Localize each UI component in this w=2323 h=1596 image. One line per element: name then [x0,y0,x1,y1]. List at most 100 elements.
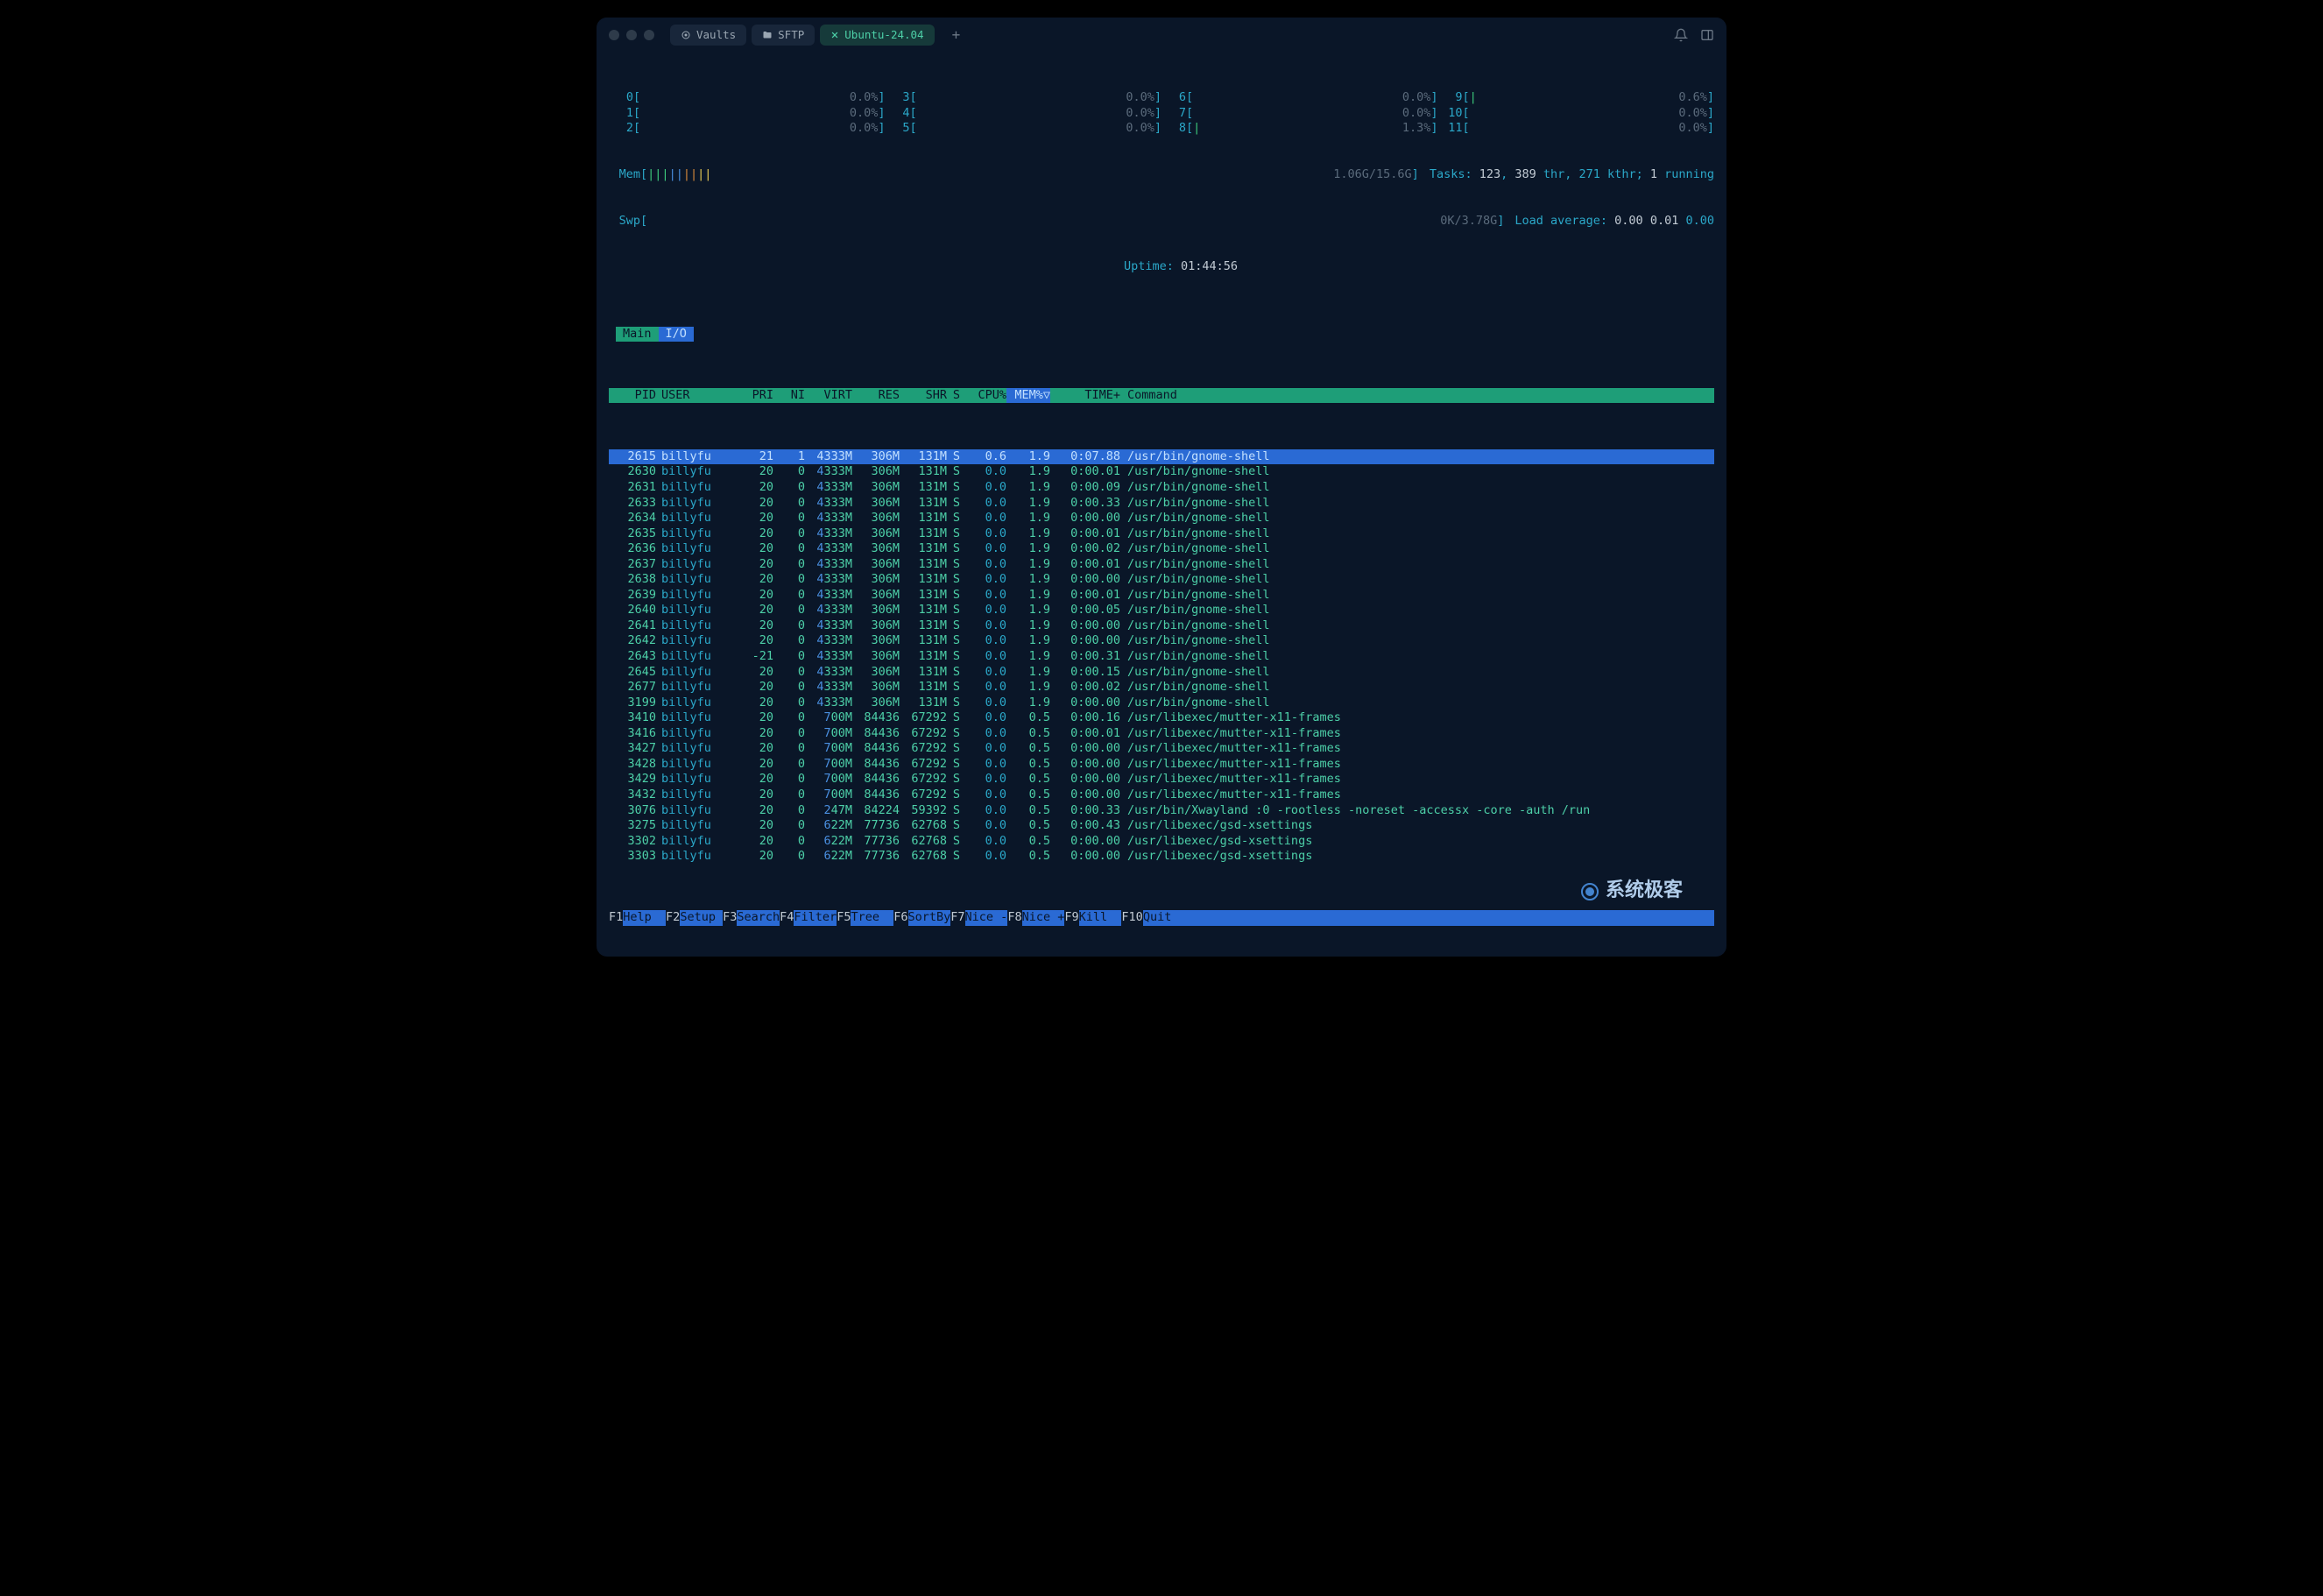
fn-item[interactable]: F5Tree [837,910,893,926]
fn-item[interactable]: F9Kill [1064,910,1121,926]
tab-main[interactable]: Main [616,327,659,343]
ni: 0 [773,572,805,588]
fn-item[interactable]: F2Setup [666,910,723,926]
panel-icon[interactable] [1700,28,1714,42]
command: /usr/bin/gnome-shell [1120,588,1714,604]
state: S [947,603,963,618]
virt: 4333M [805,480,852,496]
user: billyfu [656,772,735,787]
pri: 20 [735,511,773,526]
process-row[interactable]: 2642billyfu2004333M306M131MS0.01.90:00.0… [609,633,1714,649]
process-header[interactable]: PID USER PRI NI VIRT RES SHR S CPU% MEM%… [609,388,1714,404]
virt: 4333M [805,696,852,711]
virt: 4333M [805,449,852,465]
fn-key: F4 [780,910,794,924]
process-row[interactable]: 2643billyfu-2104333M306M131MS0.01.90:00.… [609,649,1714,665]
shr: 131M [900,680,947,696]
pri: 20 [735,772,773,787]
shr: 67292 [900,757,947,773]
user: billyfu [656,541,735,557]
ni: 0 [773,496,805,512]
maximize-window-button[interactable] [644,30,654,40]
cpu-id: 4 [886,106,910,122]
process-row[interactable]: 2635billyfu2004333M306M131MS0.01.90:00.0… [609,526,1714,542]
pid: 3428 [609,757,656,773]
time: 0:00.01 [1050,557,1120,573]
mem: 1.9 [1006,618,1050,634]
cpu-meter: 4[0.0%] [886,106,1162,122]
process-row[interactable]: 3302billyfu200622M7773662768S0.00.50:00.… [609,834,1714,850]
process-row[interactable]: 3428billyfu200700M8443667292S0.00.50:00.… [609,757,1714,773]
virt: 4333M [805,588,852,604]
pri: 20 [735,618,773,634]
process-row[interactable]: 3429billyfu200700M8443667292S0.00.50:00.… [609,772,1714,787]
res: 306M [852,480,900,496]
cpu-id: 8 [1162,121,1186,137]
shr: 131M [900,526,947,542]
process-row[interactable]: 2640billyfu2004333M306M131MS0.01.90:00.0… [609,603,1714,618]
fn-item[interactable]: F3Search [723,910,780,926]
mem: 1.9 [1006,449,1050,465]
titlebar-tab[interactable]: SFTP [752,25,815,46]
mem: 1.9 [1006,480,1050,496]
virt: 4333M [805,511,852,526]
state: S [947,526,963,542]
terminal-content[interactable]: 0[0.0%]3[0.0%]6[0.0%]9[|0.6%]1[0.0%]4[0.… [597,53,1726,957]
state: S [947,665,963,681]
fn-item[interactable]: F6SortBy [893,910,950,926]
res: 84436 [852,757,900,773]
fn-item[interactable]: F1Help [609,910,666,926]
ni: 0 [773,649,805,665]
pid: 2677 [609,680,656,696]
process-row[interactable]: 2633billyfu2004333M306M131MS0.01.90:00.3… [609,496,1714,512]
new-tab-button[interactable]: + [947,26,966,45]
shr: 131M [900,572,947,588]
process-row[interactable]: 2645billyfu2004333M306M131MS0.01.90:00.1… [609,665,1714,681]
process-row[interactable]: 3410billyfu200700M8443667292S0.00.50:00.… [609,710,1714,726]
uptime-label: Uptime: [1124,259,1181,275]
titlebar-tab[interactable]: Ubuntu-24.04 [820,25,934,46]
process-list[interactable]: 2615billyfu2114333M306M131MS0.61.90:07.8… [609,449,1714,865]
virt: 700M [805,710,852,726]
process-row[interactable]: 2630billyfu2004333M306M131MS0.01.90:00.0… [609,464,1714,480]
ni: 0 [773,818,805,834]
process-row[interactable]: 2637billyfu2004333M306M131MS0.01.90:00.0… [609,557,1714,573]
fn-key: F8 [1007,910,1021,924]
cpu: 0.0 [963,803,1006,819]
cpu-id: 6 [1162,90,1186,106]
process-row[interactable]: 3427billyfu200700M8443667292S0.00.50:00.… [609,741,1714,757]
tab-label: Ubuntu-24.04 [844,28,923,42]
time: 0:00.00 [1050,696,1120,711]
process-row[interactable]: 2639billyfu2004333M306M131MS0.01.90:00.0… [609,588,1714,604]
minimize-window-button[interactable] [626,30,637,40]
fn-item[interactable]: F7Nice - [950,910,1007,926]
titlebar-tab[interactable]: Vaults [670,25,746,46]
process-row[interactable]: 3199billyfu2004333M306M131MS0.01.90:00.0… [609,696,1714,711]
fn-item[interactable]: F4Filter [780,910,837,926]
process-row[interactable]: 2638billyfu2004333M306M131MS0.01.90:00.0… [609,572,1714,588]
process-row[interactable]: 2631billyfu2004333M306M131MS0.01.90:00.0… [609,480,1714,496]
process-row[interactable]: 2641billyfu2004333M306M131MS0.01.90:00.0… [609,618,1714,634]
fn-item[interactable]: F10Quit [1121,910,1185,926]
pid: 3199 [609,696,656,711]
close-window-button[interactable] [609,30,619,40]
process-row[interactable]: 3432billyfu200700M8443667292S0.00.50:00.… [609,787,1714,803]
command: /usr/bin/gnome-shell [1120,680,1714,696]
process-row[interactable]: 2634billyfu2004333M306M131MS0.01.90:00.0… [609,511,1714,526]
virt: 4333M [805,603,852,618]
pri: 20 [735,480,773,496]
fn-item[interactable]: F8Nice + [1007,910,1064,926]
time: 0:00.01 [1050,526,1120,542]
process-row[interactable]: 2636billyfu2004333M306M131MS0.01.90:00.0… [609,541,1714,557]
bell-icon[interactable] [1674,28,1688,42]
process-row[interactable]: 3275billyfu200622M7773662768S0.00.50:00.… [609,818,1714,834]
tab-io[interactable]: I/O [659,327,694,343]
time: 0:00.33 [1050,803,1120,819]
cpu-pct: 0.0% [1402,90,1431,106]
process-row[interactable]: 3303billyfu200622M7773662768S0.00.50:00.… [609,849,1714,865]
process-row[interactable]: 3076billyfu200247M8422459392S0.00.50:00.… [609,803,1714,819]
shr: 67292 [900,787,947,803]
process-row[interactable]: 3416billyfu200700M8443667292S0.00.50:00.… [609,726,1714,742]
process-row[interactable]: 2677billyfu2004333M306M131MS0.01.90:00.0… [609,680,1714,696]
process-row[interactable]: 2615billyfu2114333M306M131MS0.61.90:07.8… [609,449,1714,465]
